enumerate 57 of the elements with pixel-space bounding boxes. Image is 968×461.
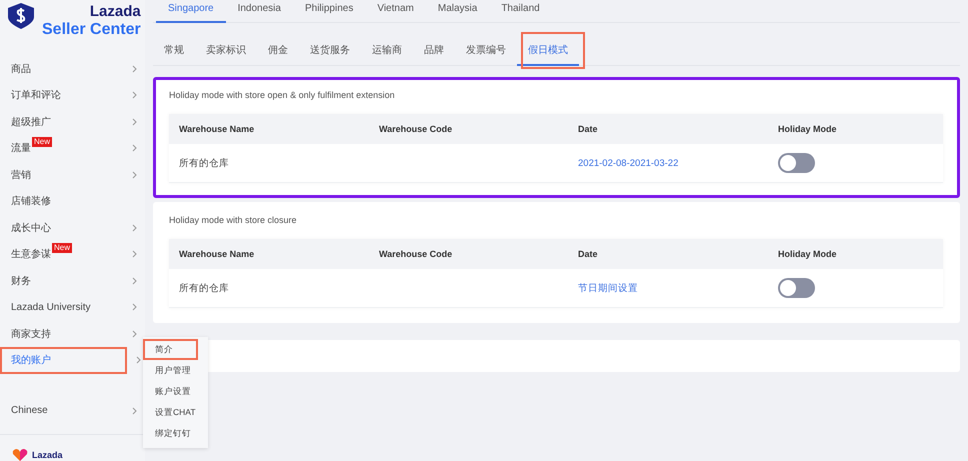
date-link[interactable]: 2021-02-08-2021-03-22 xyxy=(578,158,678,168)
holiday-toggle[interactable] xyxy=(778,153,815,173)
column-header: Warehouse Code xyxy=(369,239,568,269)
column-header: Warehouse Code xyxy=(369,114,568,144)
sidebar-item[interactable]: 成长中心 xyxy=(0,214,145,241)
sidebar-item[interactable]: 商家支持 xyxy=(0,320,145,347)
column-header: Date xyxy=(568,114,768,144)
country-tab[interactable]: Malaysia xyxy=(426,0,490,23)
settings-tab[interactable]: 发票编号 xyxy=(455,33,517,66)
sidebar-item[interactable]: 店铺装修 xyxy=(0,188,145,214)
settings-tab[interactable]: 常规 xyxy=(153,33,195,66)
date-link[interactable]: 节日期间设置 xyxy=(578,282,638,294)
settings-tab[interactable]: 运输商 xyxy=(361,33,413,66)
highlight-frame xyxy=(521,32,585,69)
country-tab[interactable]: Philippines xyxy=(292,0,366,23)
sidebar-item[interactable]: 商品 xyxy=(0,56,145,82)
menu-item[interactable]: 简介 xyxy=(143,339,198,360)
column-header: Warehouse Name xyxy=(169,239,369,269)
sidebar-item[interactable]: 我的账户 xyxy=(0,347,127,374)
sidebar-item[interactable]: 订单和评论 xyxy=(0,82,145,108)
settings-tab[interactable]: 佣金 xyxy=(257,33,299,66)
country-tab[interactable]: Singapore xyxy=(156,0,226,23)
column-header: Holiday Mode xyxy=(768,114,943,144)
section-title: Holiday mode with store open & only fulfilment extension xyxy=(169,90,396,100)
section-title: Holiday mode with store closure xyxy=(169,215,298,225)
footer-brand: Lazada xyxy=(32,450,63,460)
country-tab[interactable]: Thailand xyxy=(489,0,552,23)
column-header: Date xyxy=(568,239,768,269)
new-badge: New xyxy=(32,137,52,148)
country-tab[interactable]: Indonesia xyxy=(226,0,293,23)
app-title: Seller Center xyxy=(42,21,141,39)
language-selector[interactable]: Chinese xyxy=(0,398,145,424)
settings-tab[interactable]: 送货服务 xyxy=(299,33,361,66)
settings-tab[interactable]: 假日模式 xyxy=(517,33,579,66)
holiday-toggle[interactable] xyxy=(778,278,815,298)
table-cell: 所有的仓库 xyxy=(169,269,369,308)
new-badge: New xyxy=(52,243,72,254)
menu-item[interactable]: 设置CHAT xyxy=(143,402,208,423)
settings-tab[interactable]: 卖家标识 xyxy=(195,33,257,66)
menu-item[interactable]: 用户管理 xyxy=(143,360,208,381)
country-tab[interactable]: Vietnam xyxy=(365,0,426,23)
chevron-right-icon xyxy=(132,406,137,415)
column-header: Holiday Mode xyxy=(768,239,943,269)
column-header: Warehouse Name xyxy=(169,114,369,144)
sidebar-item[interactable]: 财务 xyxy=(0,268,145,294)
sidebar-item[interactable]: 生意参谋 New xyxy=(0,241,145,268)
sidebar-item[interactable]: 超级推广 xyxy=(0,108,145,135)
table-cell: 所有的仓库 xyxy=(169,144,369,183)
menu-item[interactable]: 绑定钉钉 xyxy=(143,423,208,444)
menu-item[interactable]: 账户设置 xyxy=(143,381,208,402)
sidebar-item[interactable]: 流量 New xyxy=(0,135,145,162)
brand-name: Lazada xyxy=(90,3,141,21)
settings-tab[interactable]: 品牌 xyxy=(413,33,455,66)
logo-icon xyxy=(6,3,36,29)
heart-logo-icon xyxy=(12,449,28,461)
sidebar-item[interactable]: 营销 xyxy=(0,162,145,188)
sidebar-item[interactable]: Lazada University xyxy=(0,294,145,320)
